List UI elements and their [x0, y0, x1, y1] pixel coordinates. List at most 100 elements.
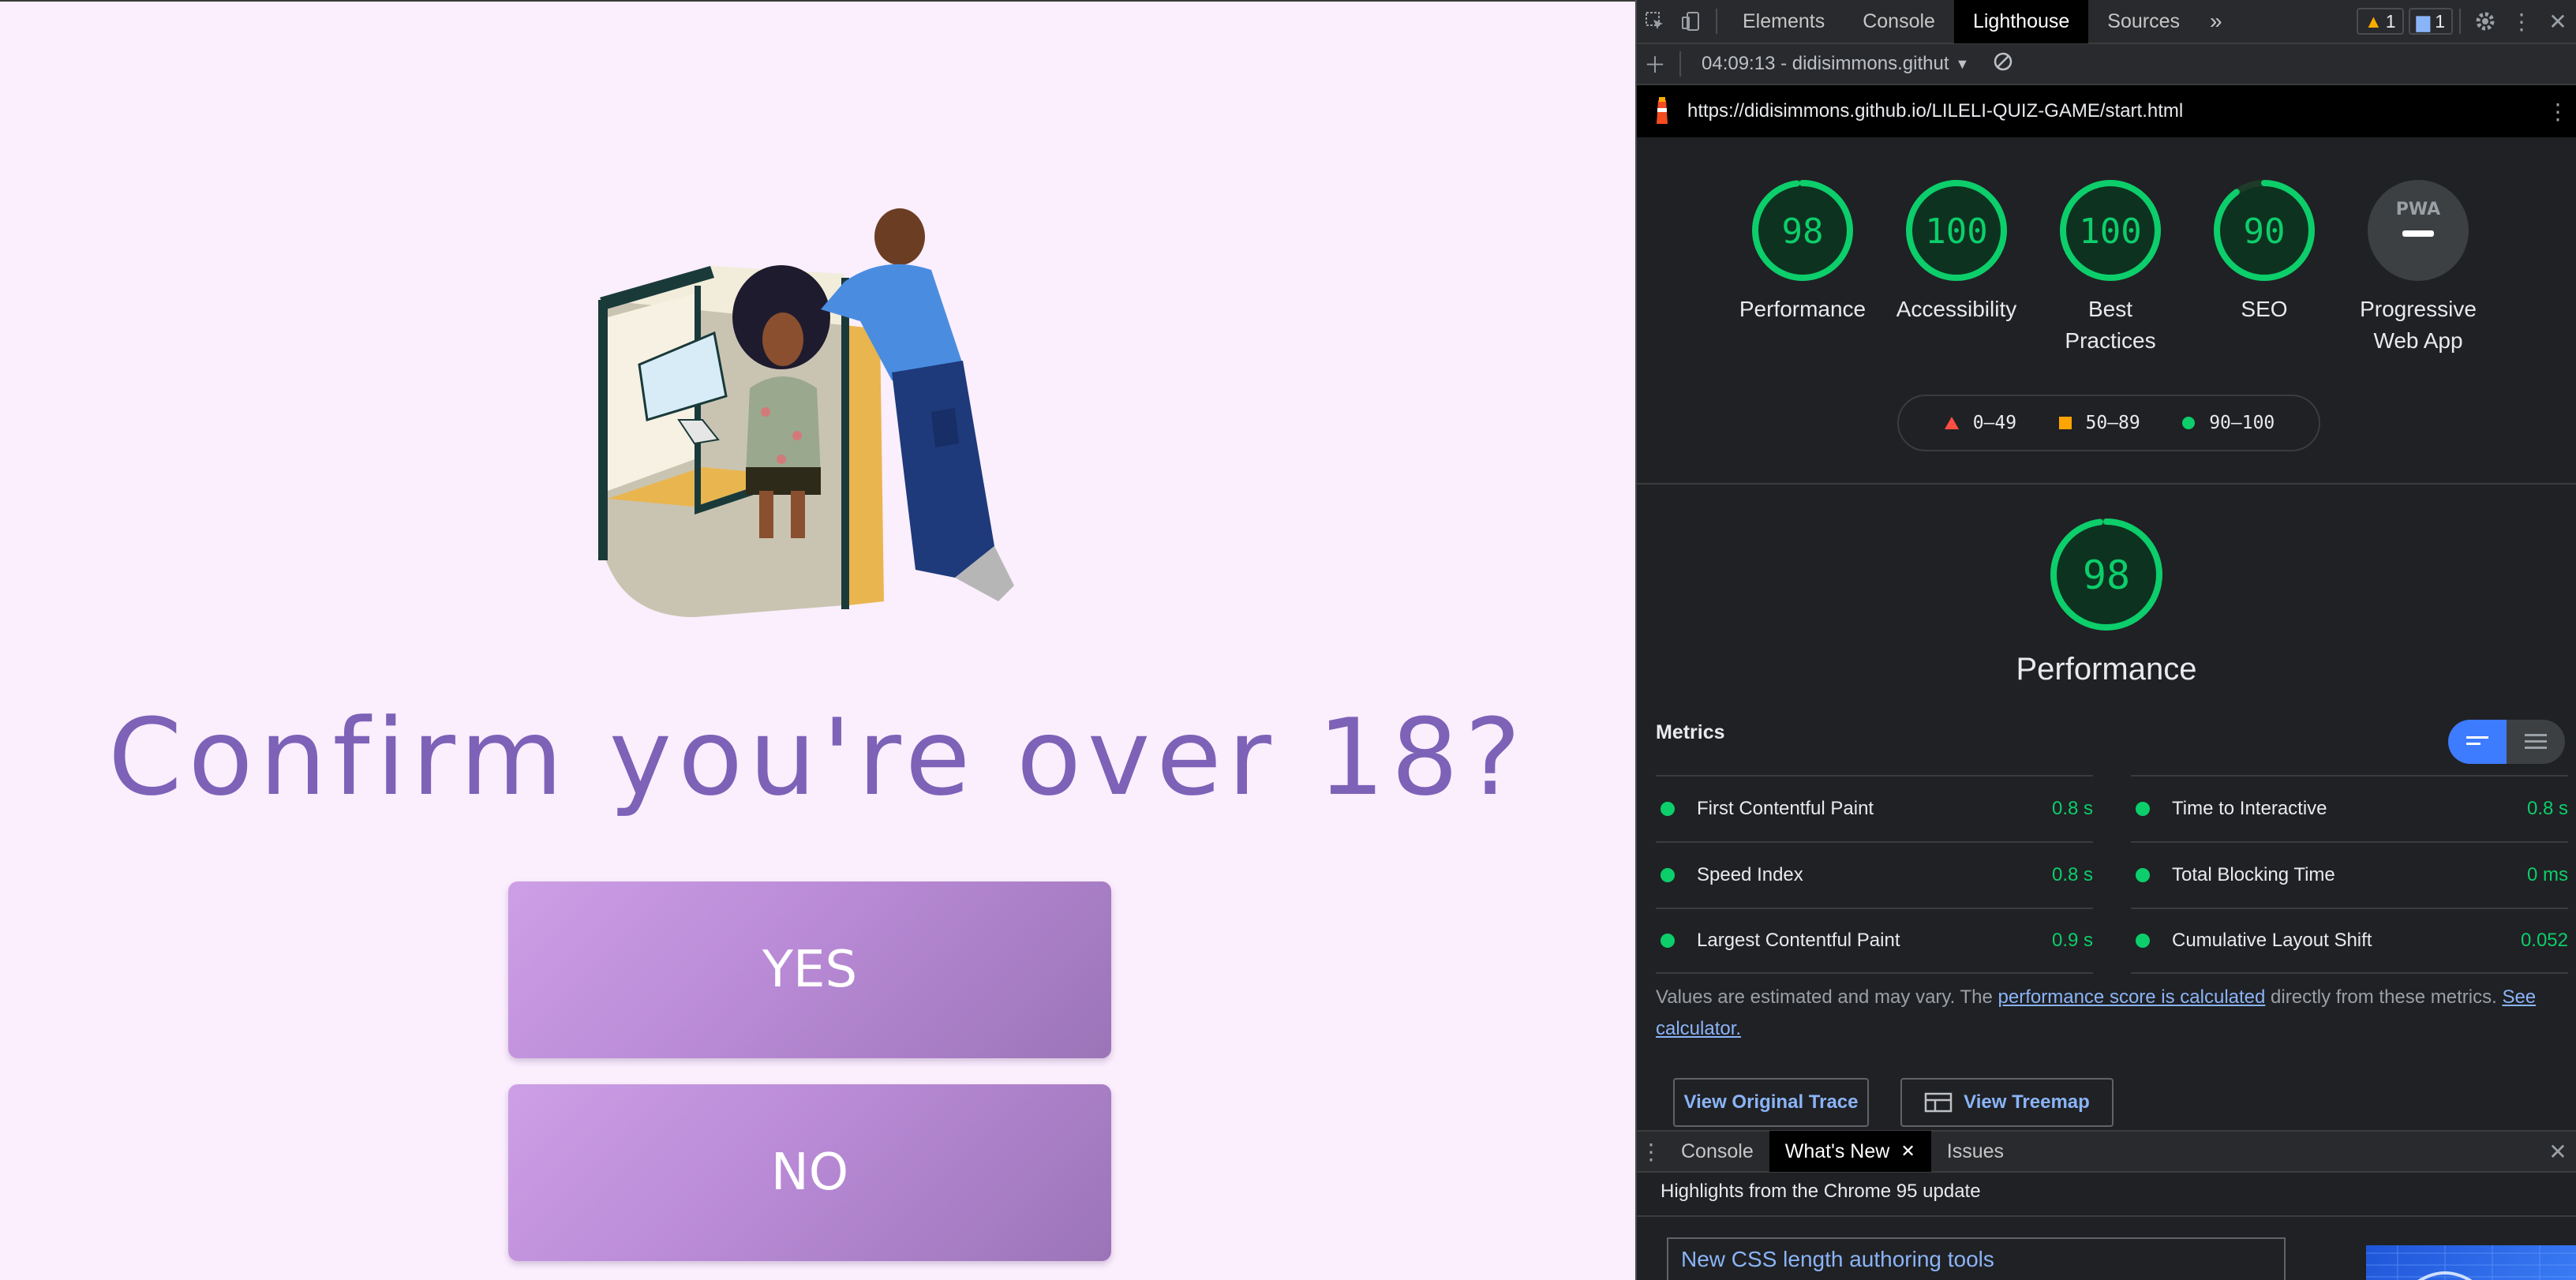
- view-original-trace-button[interactable]: View Original Trace: [1673, 1078, 1869, 1127]
- close-devtools-icon[interactable]: ✕: [2540, 0, 2576, 43]
- performance-large-gauge: 98: [2050, 518, 2162, 631]
- metric-row: Largest Contentful Paint 0.9 s: [1656, 908, 2093, 974]
- note-text: directly from these metrics.: [2265, 986, 2503, 1008]
- metrics-view-toggle[interactable]: [2448, 720, 2565, 764]
- square-icon: [2058, 417, 2072, 429]
- accessibility-score: 100: [1925, 211, 1987, 252]
- drawer-tab-console[interactable]: Console: [1665, 1131, 1769, 1172]
- metrics-right-column: Time to Interactive 0.8 s Total Blocking …: [2131, 775, 2568, 974]
- kebab-menu-icon[interactable]: ⋮: [2503, 0, 2540, 43]
- whats-new-card[interactable]: New CSS length authoring tools: [1667, 1237, 2286, 1280]
- card-title: New CSS length authoring tools: [1681, 1247, 1994, 1271]
- drawer-menu-icon[interactable]: ⋮: [1637, 1131, 1665, 1172]
- score-calculated-link[interactable]: performance score is calculated: [1998, 986, 2266, 1008]
- pass-dot-icon: [1661, 802, 1675, 816]
- inspect-element-icon[interactable]: [1637, 0, 1673, 43]
- treemap-icon: [1924, 1092, 1953, 1113]
- gauge-label: Performance: [1739, 297, 1866, 321]
- legend-average-range: 50–89: [2085, 413, 2140, 433]
- legend-fail: 0–49: [1943, 413, 2016, 433]
- tab-elements[interactable]: Elements: [1724, 0, 1844, 43]
- metric-name: Cumulative Layout Shift: [2172, 930, 2372, 951]
- legend-fail-range: 0–49: [1972, 413, 2017, 433]
- new-report-plus-icon[interactable]: ＋: [1637, 43, 1673, 84]
- pass-dot-icon: [1661, 868, 1675, 882]
- toolbar-divider: [2459, 9, 2461, 34]
- report-selector[interactable]: 04:09:13 - didisimmons.githut ▼: [1702, 53, 1969, 75]
- performance-note: Values are estimated and may vary. The p…: [1656, 982, 2563, 1045]
- button-label: View Treemap: [1964, 1091, 2090, 1113]
- toolbar-divider: [1716, 9, 1717, 34]
- metric-value: 0 ms: [2526, 864, 2568, 885]
- best-practices-score: 100: [2079, 211, 2141, 252]
- no-button[interactable]: NO: [508, 1084, 1111, 1261]
- metric-row: Time to Interactive 0.8 s: [2131, 775, 2568, 841]
- close-tab-icon[interactable]: ✕: [1900, 1141, 1915, 1162]
- highlights-heading: Highlights from the Chrome 95 update: [1661, 1181, 1981, 1202]
- report-selector-label: 04:09:13 - didisimmons.githut: [1702, 53, 1949, 74]
- score-legend: 0–49 50–89 90–100: [1897, 395, 2320, 451]
- pass-dot-icon: [2136, 802, 2150, 816]
- audited-url[interactable]: https://didisimmons.github.io/LILELI-QUI…: [1687, 100, 2183, 122]
- yes-button[interactable]: YES: [508, 881, 1111, 1058]
- audited-url-bar: https://didisimmons.github.io/LILELI-QUI…: [1637, 85, 2576, 137]
- metric-name: Largest Contentful Paint: [1697, 930, 1900, 951]
- metric-name: Speed Index: [1697, 864, 1803, 885]
- divider: [1637, 1215, 2576, 1217]
- detail-view-icon[interactable]: [2507, 720, 2565, 764]
- dropdown-arrow-icon: ▼: [1955, 55, 1970, 72]
- gauge-performance[interactable]: 98 Performance: [1724, 178, 1881, 325]
- triangle-icon: [1944, 417, 1959, 429]
- messages-badge[interactable]: ▆ 1: [2408, 8, 2453, 35]
- pass-dot-icon: [1661, 934, 1675, 948]
- device-toolbar-icon[interactable]: [1673, 0, 1709, 43]
- whats-new-content: Highlights from the Chrome 95 update New…: [1637, 1173, 2576, 1280]
- note-text: Values are estimated and may vary. The: [1656, 986, 1998, 1008]
- gauge-label: Accessibility: [1896, 297, 2017, 321]
- performance-gauge-ring: 98: [1752, 180, 1853, 281]
- confirm-age-heading: Confirm you're over 18?: [107, 696, 1528, 819]
- metric-value: 0.052: [2520, 930, 2568, 951]
- devtools-tabbar: Elements Console Lighthouse Sources » ▲ 1…: [1637, 0, 2576, 44]
- gauge-seo[interactable]: 90 SEO: [2185, 178, 2343, 325]
- gauge-pwa[interactable]: PWA Progressive Web App: [2339, 178, 2497, 357]
- metrics-left-column: First Contentful Paint 0.8 s Speed Index 0…: [1656, 775, 2093, 974]
- devtools-panel: Elements Console Lighthouse Sources » ▲ 1…: [1635, 0, 2576, 1280]
- summary-view-icon[interactable]: [2448, 720, 2507, 764]
- tab-console[interactable]: Console: [1844, 0, 1954, 43]
- report-menu-icon[interactable]: ⋮: [2540, 89, 2576, 133]
- button-label: View Original Trace: [1683, 1091, 1859, 1113]
- metric-name: Time to Interactive: [2172, 798, 2327, 819]
- gauge-label: SEO: [2241, 297, 2288, 321]
- clear-reports-icon[interactable]: [1993, 51, 2013, 77]
- metric-row: Speed Index 0.8 s: [1656, 841, 2093, 908]
- metric-row: First Contentful Paint 0.8 s: [1656, 775, 2093, 841]
- lighthouse-logo-icon: [1637, 97, 1687, 125]
- view-treemap-button[interactable]: View Treemap: [1900, 1078, 2114, 1127]
- performance-large-score: 98: [2083, 552, 2130, 598]
- tab-sources[interactable]: Sources: [2088, 0, 2199, 43]
- drawer-tabbar: ⋮ Console What's New ✕ Issues ✕: [1637, 1130, 2576, 1173]
- gauge-best-practices[interactable]: 100 Best Practices: [2031, 178, 2189, 357]
- metrics-heading: Metrics: [1656, 721, 1725, 743]
- pwa-badge-icon: PWA: [2368, 180, 2469, 281]
- warnings-count: 1: [2385, 10, 2396, 32]
- drawer-tab-issues[interactable]: Issues: [1931, 1131, 2020, 1172]
- legend-pass-range: 90–100: [2209, 413, 2275, 433]
- pass-dot-icon: [2136, 934, 2150, 948]
- pwa-badge-text: PWA: [2396, 200, 2440, 219]
- warning-icon: ▲: [2364, 10, 2383, 32]
- warnings-badge[interactable]: ▲ 1: [2356, 8, 2404, 35]
- whats-new-thumbnail: [2366, 1245, 2576, 1280]
- gauge-accessibility[interactable]: 100 Accessibility: [1878, 178, 2035, 325]
- drawer-tab-whats-new[interactable]: What's New ✕: [1769, 1131, 1931, 1172]
- performance-section: 98 Performance Metrics First Contentful …: [1637, 485, 2576, 1130]
- metric-name: First Contentful Paint: [1697, 798, 1874, 819]
- quiz-page: Confirm you're over 18? YES NO: [0, 0, 1635, 1280]
- more-tabs-icon[interactable]: »: [2199, 0, 2233, 43]
- seo-score: 90: [2244, 211, 2286, 252]
- metric-value: 0.8 s: [2526, 798, 2568, 819]
- tab-lighthouse[interactable]: Lighthouse: [1953, 0, 2089, 43]
- settings-gear-icon[interactable]: [2467, 0, 2503, 43]
- close-drawer-icon[interactable]: ✕: [2540, 1131, 2576, 1172]
